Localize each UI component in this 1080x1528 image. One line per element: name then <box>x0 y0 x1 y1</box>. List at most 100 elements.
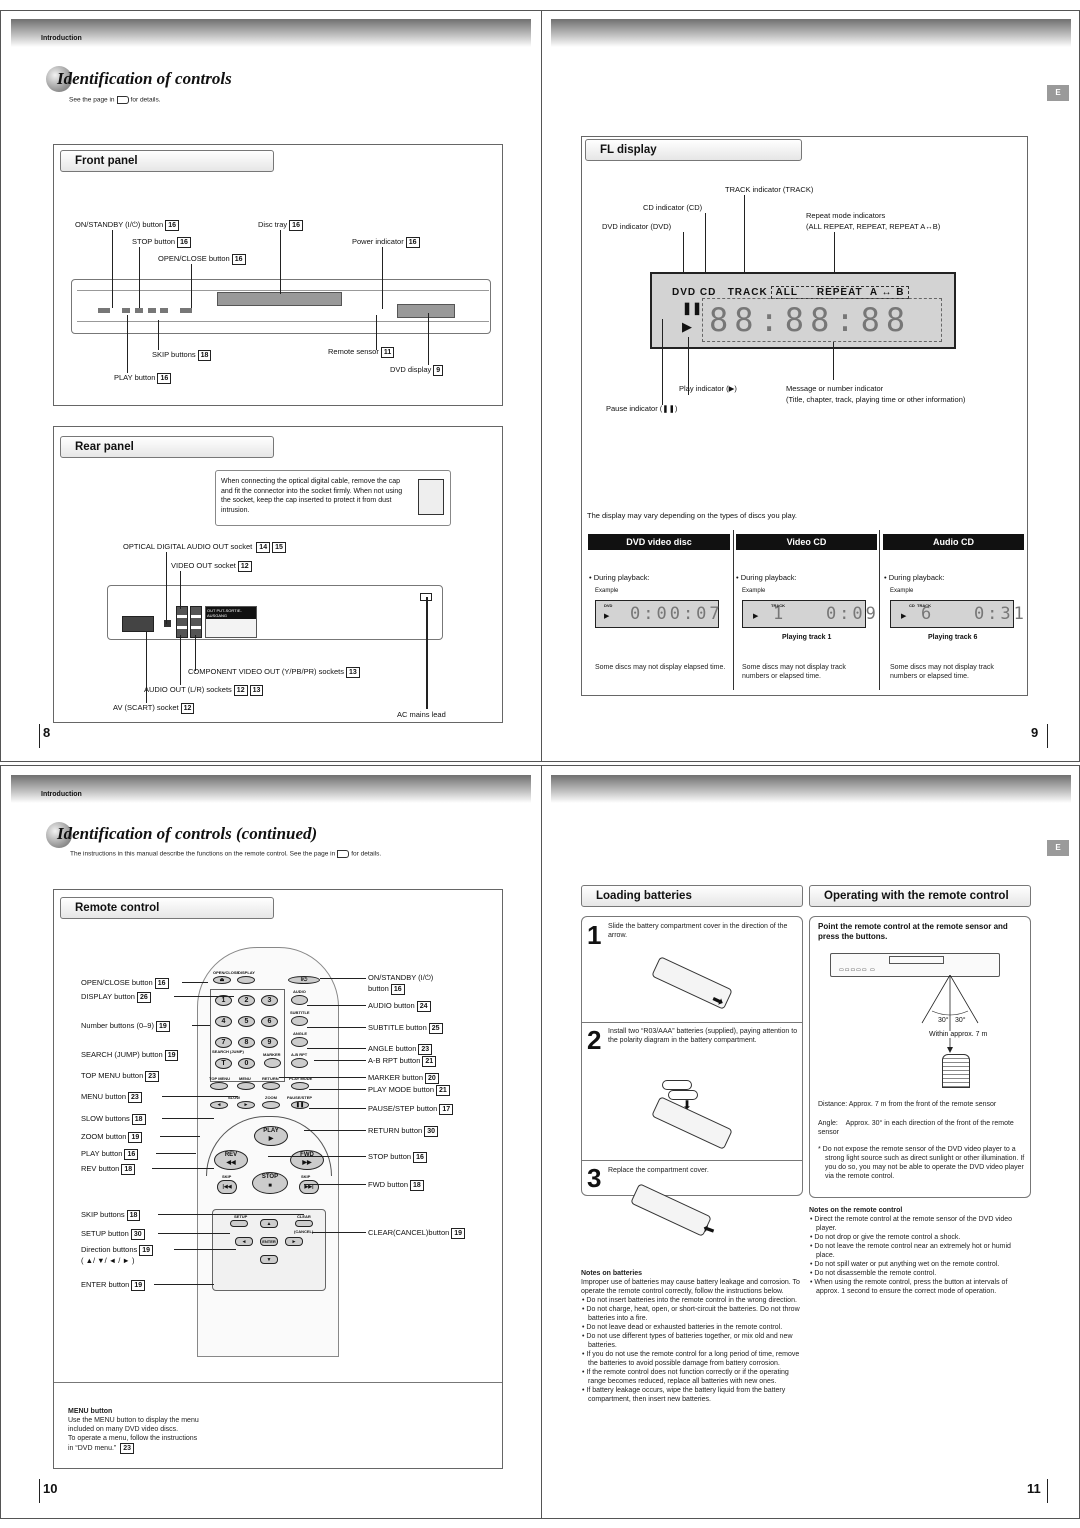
mini-play-icon: ▶ <box>753 613 759 620</box>
label-open-close: OPEN/CLOSE button 16 <box>81 978 169 989</box>
note-item: When using the remote control, press the… <box>809 1278 1031 1296</box>
note-item: If you do not use the remote control for… <box>581 1350 801 1368</box>
clear-button[interactable] <box>295 1220 313 1227</box>
label-play: PLAY button 16 <box>81 1149 139 1160</box>
display-button[interactable] <box>237 976 255 984</box>
number-button-8[interactable]: 8 <box>238 1037 255 1048</box>
repeat-indicator: REPEAT <box>816 287 863 298</box>
play-mode-button[interactable] <box>291 1082 309 1090</box>
note-line: Use the MENU button to display the menu <box>68 1417 199 1424</box>
up-button[interactable]: ▲ <box>260 1219 278 1228</box>
angle-button[interactable] <box>291 1037 308 1047</box>
return-button[interactable] <box>262 1082 280 1090</box>
note-item: If battery leakage occurs, wipe the batt… <box>581 1386 801 1404</box>
skip-forward-button[interactable]: ▶▶| <box>299 1180 319 1194</box>
on-standby-button[interactable] <box>98 308 110 313</box>
pause-step-button[interactable]: ❚❚ <box>291 1101 309 1109</box>
leader-line <box>192 1025 210 1026</box>
number-button-4[interactable]: 4 <box>215 1016 232 1027</box>
column-divider <box>879 530 880 690</box>
label-clear-cancel: CLEAR(CANCEL)button 19 <box>368 1228 466 1239</box>
label-rev: REV button 18 <box>81 1164 136 1175</box>
page-subtitle: The instructions in this manual describe… <box>70 850 381 858</box>
skip-back-button[interactable] <box>148 308 156 313</box>
left-button[interactable]: ◄ <box>235 1237 253 1246</box>
page-title: Identification of controls <box>57 69 232 88</box>
menu-button[interactable] <box>237 1082 255 1090</box>
label-dvd-indicator: DVD indicator (DVD) <box>602 222 672 231</box>
leader-line <box>156 1153 196 1154</box>
page-number-8: 8 <box>43 725 51 740</box>
marker-button[interactable] <box>264 1058 281 1068</box>
subtitle-text-end: for details. <box>130 96 161 104</box>
stop-button[interactable] <box>135 308 143 313</box>
skip-back-button[interactable]: |◀◀ <box>217 1180 237 1194</box>
number-button-6[interactable]: 6 <box>261 1016 278 1027</box>
leader-line <box>307 1027 366 1028</box>
label-track-indicator: TRACK indicator (TRACK) <box>725 185 814 194</box>
message-number-indicator: 88:88:88 <box>702 298 942 342</box>
slow-reverse-button[interactable]: ◄ <box>210 1101 228 1109</box>
audio-button[interactable] <box>291 995 308 1005</box>
skip-forward-button[interactable] <box>160 308 168 313</box>
number-button-7[interactable]: 7 <box>215 1037 232 1048</box>
disc-tray <box>217 292 342 306</box>
disc-header-dvd: DVD video disc <box>588 534 730 550</box>
enter-button[interactable]: ENTER <box>260 1237 278 1246</box>
leader-line <box>279 1077 366 1078</box>
angle-right-label: 30° <box>955 1017 966 1024</box>
battery-install-illustration: ⬇ <box>642 1072 752 1152</box>
operating-box: Point the remote control at the remote s… <box>809 916 1031 1198</box>
search-jump-button[interactable]: T <box>215 1058 232 1069</box>
play-indicator-icon: ▶ <box>682 319 692 334</box>
component-sockets[interactable] <box>190 606 202 638</box>
notes-intro: Improper use of batteries may cause batt… <box>581 1279 800 1295</box>
scart-socket[interactable] <box>122 616 154 632</box>
ab-rpt-button[interactable] <box>291 1058 308 1068</box>
number-button-3[interactable]: 3 <box>261 995 278 1006</box>
mini-digits: 0:00:07 <box>630 604 723 624</box>
output-label-plate: OUT PUT-SORTIE-AUSGANG <box>205 606 257 638</box>
fl-display-box: FL display TRACK indicator (TRACK) CD in… <box>581 136 1028 696</box>
disc-tray-shape <box>889 956 944 964</box>
during-playback-vcd: • During playback: <box>736 573 797 582</box>
label-pause-step: PAUSE/STEP button 17 <box>368 1104 454 1115</box>
play-button[interactable]: PLAY ▶ <box>254 1126 288 1146</box>
slow-forward-button[interactable]: ► <box>237 1101 255 1109</box>
note-item: Do not leave dead or exhausted batteries… <box>581 1323 801 1332</box>
rev-button[interactable]: REV ◀◀ <box>214 1150 248 1170</box>
number-button-2[interactable]: 2 <box>238 995 255 1006</box>
page10-header-bar: Introduction <box>11 775 531 803</box>
down-button[interactable]: ▼ <box>260 1255 278 1264</box>
label-slow: SLOW buttons 18 <box>81 1114 146 1125</box>
caution-note: * Do not expose the remote sensor of the… <box>818 1146 1025 1180</box>
open-close-button[interactable] <box>180 308 192 313</box>
menu-button-note: MENU button Use the MENU button to displ… <box>68 1407 268 1454</box>
number-button-9[interactable]: 9 <box>261 1037 278 1048</box>
label-audio-out: AUDIO OUT (L/R) sockets 12 13 <box>144 685 264 696</box>
top-menu-button[interactable] <box>210 1082 228 1090</box>
right-button[interactable]: ► <box>285 1237 303 1246</box>
number-button-5[interactable]: 5 <box>238 1016 255 1027</box>
leader-line <box>662 319 663 405</box>
setup-button[interactable] <box>230 1220 248 1227</box>
audio-video-sockets[interactable] <box>176 606 188 638</box>
number-button-0[interactable]: 0 <box>238 1058 255 1069</box>
key-label: OPEN/CLOSE <box>213 970 240 975</box>
label-play-mode: PLAY MODE button 21 <box>368 1085 450 1096</box>
on-standby-button[interactable]: I/⏻ <box>288 976 320 984</box>
page-ref-icon <box>116 96 129 104</box>
battery-steps-box: 1 Slide the battery compartment cover in… <box>581 916 803 1196</box>
subtitle-button[interactable] <box>291 1016 308 1026</box>
operating-remote-heading: Operating with the remote control <box>809 885 1031 907</box>
during-playback-dvd: • During playback: <box>589 573 650 582</box>
stop-button[interactable]: STOP ■ <box>252 1172 288 1194</box>
key-label: SKIP <box>301 1174 311 1179</box>
page-number-10: 10 <box>43 1481 58 1496</box>
page-number-9: 9 <box>1031 725 1039 740</box>
play-button[interactable] <box>122 308 130 313</box>
step-1-number: 1 <box>587 920 602 950</box>
open-close-button[interactable]: ⏏ <box>213 976 231 984</box>
zoom-button[interactable] <box>262 1101 280 1109</box>
fwd-button[interactable]: FWD ▶▶ <box>290 1150 324 1170</box>
